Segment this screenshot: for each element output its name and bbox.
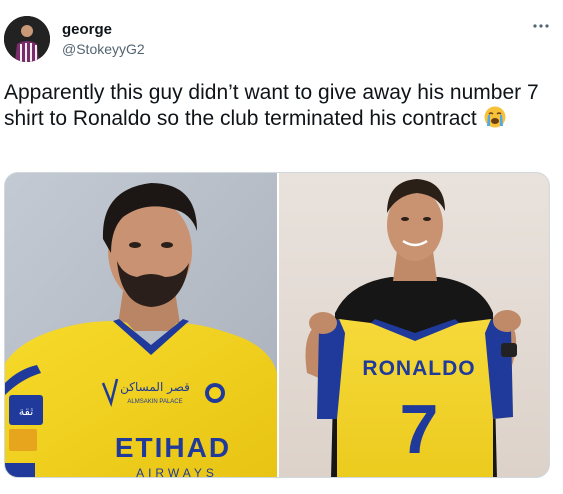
- author-handle[interactable]: @StokeyyG2: [62, 41, 145, 57]
- crest-text-english: ALMSAKIN PALACE: [127, 399, 182, 405]
- tweet-text: Apparently this guy didn’t want to give …: [4, 80, 549, 132]
- loudly-crying-face-emoji-icon: [483, 106, 507, 128]
- crest-text-arabic: قصر المساكن: [120, 380, 190, 395]
- sleeve-badge-text: ثقة: [19, 405, 34, 418]
- tweet-card: george @StokeyyG2 Apparently this guy di…: [0, 0, 563, 494]
- media-photo-right[interactable]: RONALDO 7: [279, 173, 549, 477]
- sponsor-subtext: AIRWAYS: [136, 466, 218, 478]
- tweet-media: ثقة قصر المساكن ALMSAKIN PALACE ETIHAD A…: [4, 172, 550, 478]
- more-horizontal-icon[interactable]: [528, 18, 554, 34]
- sponsor-text: ETIHAD: [115, 432, 231, 463]
- shirt-number: 7: [400, 390, 439, 468]
- avatar[interactable]: [4, 16, 50, 62]
- tweet-text-body: Apparently this guy didn’t want to give …: [4, 81, 545, 130]
- shirt-name: RONALDO: [362, 357, 475, 380]
- media-photo-left[interactable]: ثقة قصر المساكن ALMSAKIN PALACE ETIHAD A…: [5, 173, 277, 478]
- author-name[interactable]: george: [62, 21, 112, 38]
